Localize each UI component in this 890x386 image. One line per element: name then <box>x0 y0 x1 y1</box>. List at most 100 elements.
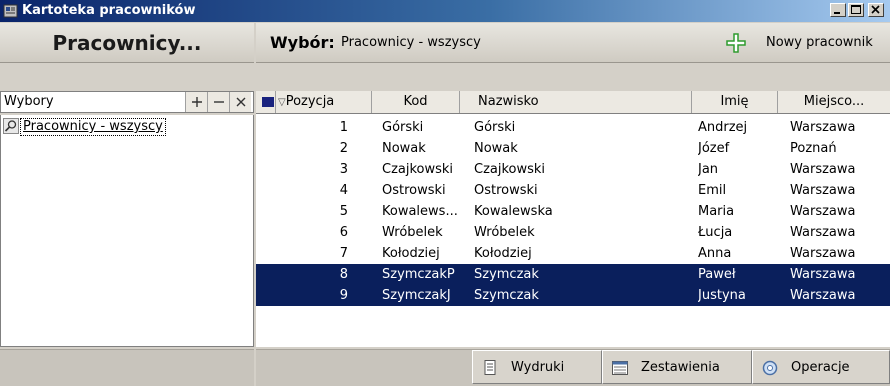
summaries-button[interactable]: Zestawienia <box>602 350 752 384</box>
cell-first-name: Maria <box>698 204 735 219</box>
cell-position: 8 <box>339 267 348 282</box>
column-label: Nazwisko <box>478 94 539 109</box>
cell-code: Ostrowski <box>382 183 446 198</box>
cell-code: SzymczakP <box>382 267 455 282</box>
selection-label: Wybór: <box>270 33 335 52</box>
cell-code: SzymczakJ <box>382 288 451 303</box>
maximize-button[interactable] <box>848 3 864 17</box>
selection-value: Pracownicy - wszyscy <box>341 35 481 50</box>
cell-code: Kołodziej <box>382 246 440 261</box>
cell-code: Nowak <box>382 141 426 156</box>
column-label: Miejsco... <box>803 94 865 109</box>
new-employee-button[interactable]: Nowy pracownik <box>726 23 890 63</box>
cell-code: Wróbelek <box>382 225 443 240</box>
app-icon <box>3 4 18 18</box>
cell-position: 7 <box>339 246 348 261</box>
column-header-first-name[interactable]: Imię <box>692 91 778 113</box>
left-footer <box>0 349 254 386</box>
cell-surname: Czajkowski <box>474 162 546 177</box>
table-row[interactable]: 5 Kowalews... Kowalewska Maria Warszawa <box>256 201 890 222</box>
cell-first-name: Łucja <box>698 225 733 240</box>
close-icon <box>236 97 245 107</box>
cell-city: Warszawa <box>790 225 856 240</box>
action-toolbar: Wydruki Zestawienia Operacje <box>256 349 890 386</box>
table-row[interactable]: 1 Górski Górski Andrzej Warszawa <box>256 117 890 138</box>
cell-city: Warszawa <box>790 246 856 261</box>
maximize-icon <box>851 5 861 14</box>
column-label: Kod <box>403 94 428 109</box>
cell-first-name: Emil <box>698 183 727 198</box>
table-row[interactable]: 7 Kołodziej Kołodziej Anna Warszawa <box>256 243 890 264</box>
plus-icon <box>191 97 202 107</box>
table-row[interactable]: 2 Nowak Nowak Józef Poznań <box>256 138 890 159</box>
choices-toolbar: Wybory <box>0 91 254 113</box>
summaries-label: Zestawienia <box>641 360 720 375</box>
selection-header: Wybór: Pracownicy - wszyscy Nowy pracown… <box>256 23 890 63</box>
add-choice-button[interactable] <box>185 92 207 112</box>
table-row[interactable]: 3 Czajkowski Czajkowski Jan Warszawa <box>256 159 890 180</box>
cell-position: 3 <box>339 162 348 177</box>
grid-header: ▽Pozycja Kod Nazwisko Imię Miejsco... <box>256 91 890 114</box>
close-choices-button[interactable] <box>229 92 251 112</box>
cell-surname: Wróbelek <box>474 225 535 240</box>
column-header-city[interactable]: Miejsco... <box>778 91 890 113</box>
table-row[interactable]: 8 SzymczakP Szymczak Paweł Warszawa <box>256 264 890 285</box>
column-header-code[interactable]: Kod <box>372 91 460 113</box>
cell-surname: Ostrowski <box>474 183 538 198</box>
window-title: Kartoteka pracowników <box>22 3 196 18</box>
cell-position: 4 <box>339 183 348 198</box>
column-label: Pozycja <box>285 94 335 109</box>
cell-city: Warszawa <box>790 120 856 135</box>
sort-icon: ▽ <box>278 97 286 108</box>
table-row[interactable]: 4 Ostrowski Ostrowski Emil Warszawa <box>256 180 890 201</box>
add-employee-icon <box>726 33 746 53</box>
operations-button[interactable]: Operacje <box>752 350 890 384</box>
cell-code: Górski <box>382 120 424 135</box>
cell-position: 5 <box>339 204 348 219</box>
printer-icon <box>484 360 496 375</box>
employees-panel-header[interactable]: Pracownicy... <box>0 23 254 63</box>
cell-position: 1 <box>339 120 348 135</box>
cell-city: Warszawa <box>790 288 856 303</box>
cell-first-name: Jan <box>698 162 719 177</box>
remove-choice-button[interactable] <box>207 92 229 112</box>
table-row[interactable]: 9 SzymczakJ Szymczak Justyna Warszawa <box>256 285 890 306</box>
minimize-icon <box>834 12 840 14</box>
close-icon <box>871 5 880 14</box>
operations-label: Operacje <box>791 360 850 375</box>
choices-label: Wybory <box>4 94 54 109</box>
minimize-button[interactable] <box>830 3 846 17</box>
cell-city: Poznań <box>790 141 837 156</box>
column-header-position[interactable]: ▽Pozycja <box>276 91 372 113</box>
new-employee-label: Nowy pracownik <box>766 35 873 50</box>
cell-first-name: Paweł <box>698 267 736 282</box>
cell-surname: Górski <box>474 120 516 135</box>
cell-first-name: Justyna <box>698 288 746 303</box>
app-window: Kartoteka pracowników Pracownicy... Wybo… <box>0 0 890 386</box>
column-label: Imię <box>720 94 749 109</box>
tree-item-label: Pracownicy - wszyscy <box>20 118 166 136</box>
cell-code: Czajkowski <box>382 162 454 177</box>
column-selector[interactable] <box>256 91 276 113</box>
choices-tree: Pracownicy - wszyscy <box>0 115 254 347</box>
cell-surname: Nowak <box>474 141 518 156</box>
cell-surname: Kołodziej <box>474 246 532 261</box>
reports-label: Wydruki <box>511 360 565 375</box>
cell-surname: Szymczak <box>474 267 539 282</box>
reports-button[interactable]: Wydruki <box>472 350 602 384</box>
cell-surname: Szymczak <box>474 288 539 303</box>
column-header-surname[interactable]: Nazwisko <box>460 91 692 113</box>
cell-city: Warszawa <box>790 183 856 198</box>
close-button[interactable] <box>868 3 884 17</box>
column-marker-icon <box>262 97 274 107</box>
title-bar[interactable]: Kartoteka pracowników <box>0 0 890 22</box>
employees-header-label: Pracownicy... <box>52 31 202 55</box>
cell-position: 6 <box>339 225 348 240</box>
cell-city: Warszawa <box>790 204 856 219</box>
cell-first-name: Andrzej <box>698 120 748 135</box>
cell-surname: Kowalewska <box>474 204 553 219</box>
employees-grid: ▽Pozycja Kod Nazwisko Imię Miejsco... 1 G… <box>256 91 890 347</box>
table-row[interactable]: 6 Wróbelek Wróbelek Łucja Warszawa <box>256 222 890 243</box>
minus-icon <box>213 101 224 103</box>
cell-first-name: Anna <box>698 246 732 261</box>
